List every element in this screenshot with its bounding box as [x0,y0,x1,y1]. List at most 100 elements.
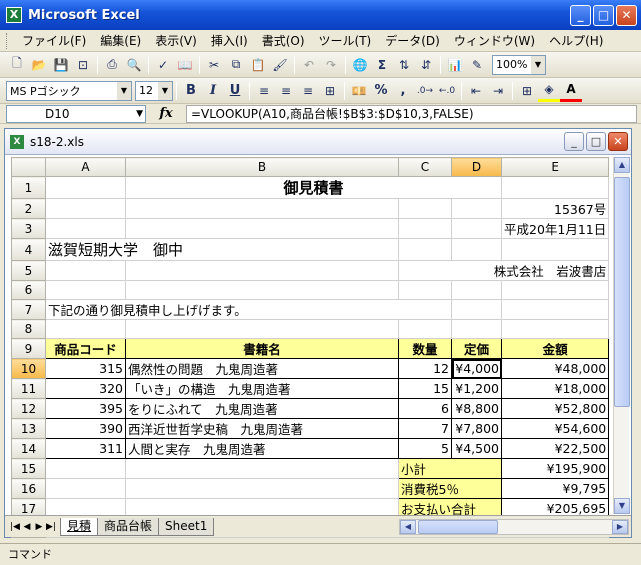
font-size-select[interactable]: 12 ▼ [135,80,173,101]
cell[interactable] [451,218,502,239]
minimize-button[interactable]: _ [570,5,591,26]
font-color-icon[interactable]: A [560,80,582,102]
save-icon[interactable]: 💾 [50,54,72,76]
increase-decimal-icon[interactable]: .0→ [414,80,436,102]
cell[interactable] [451,238,502,261]
column-header-c[interactable]: C [398,157,452,177]
cell[interactable] [500,319,610,339]
tab-sheet1[interactable]: Sheet1 [158,517,215,536]
chevron-down-icon[interactable]: ▼ [117,81,131,100]
menu-insert[interactable]: 挿入(I) [204,32,255,49]
greeting-cell[interactable]: 下記の通り御見積申し上げげます。 [45,299,452,320]
maximize-button[interactable]: □ [593,5,614,26]
align-left-icon[interactable]: ≡ [253,80,275,102]
cell[interactable] [45,458,126,479]
row-header[interactable]: 3 [11,218,46,239]
insert-function-icon[interactable]: fx [146,106,186,121]
item-amount-cell[interactable]: ¥22,500 [500,438,610,459]
prev-sheet-icon[interactable]: ◀ [21,522,33,532]
paste-icon[interactable]: 📋 [247,54,269,76]
menu-file[interactable]: ファイル(F) [15,32,93,49]
horizontal-scroll-thumb[interactable] [418,520,498,534]
item-qty-cell[interactable]: 5 [398,438,452,459]
autosum-icon[interactable]: Σ [371,54,393,76]
select-all-corner[interactable] [11,157,46,177]
row-header[interactable]: 12 [11,398,46,419]
cell[interactable] [125,198,399,219]
italic-button[interactable]: I [202,80,224,102]
cell[interactable] [500,176,610,199]
cell[interactable] [125,260,399,281]
currency-icon[interactable]: 💴 [348,80,370,102]
item-amount-cell[interactable]: ¥48,000 [500,358,610,379]
name-box[interactable]: D10 ▼ [6,104,146,123]
item-qty-cell[interactable]: 12 [398,358,452,379]
row-header[interactable]: 7 [11,299,46,320]
estimate-number-cell[interactable]: 15367号 [500,198,610,219]
copy-icon[interactable]: ⧉ [225,54,247,76]
row-header[interactable]: 6 [11,280,46,300]
item-name-cell[interactable]: をりにふれて 九鬼周造著 [125,398,399,419]
workbook-restore-button[interactable]: □ [586,132,606,151]
next-sheet-icon[interactable]: ▶ [33,522,45,532]
permission-icon[interactable]: ⊡ [72,54,94,76]
menu-view[interactable]: 表示(V) [148,32,204,49]
cell[interactable] [398,218,452,239]
header-title-cell[interactable]: 書籍名 [125,338,399,359]
cell[interactable] [125,280,399,300]
item-name-cell[interactable]: 西洋近世哲学史稿 九鬼周造著 [125,418,399,439]
item-name-cell[interactable]: 人間と実存 九鬼周造著 [125,438,399,459]
header-amount-cell[interactable]: 金額 [500,338,610,359]
row-header[interactable]: 11 [11,378,46,399]
item-code-cell[interactable]: 320 [45,378,126,399]
new-file-icon[interactable]: 🗋 [6,54,28,76]
comma-button[interactable]: , [392,80,414,102]
document-title-cell[interactable]: 御見積書 [125,176,502,199]
item-amount-cell[interactable]: ¥18,000 [500,378,610,399]
item-qty-cell[interactable]: 6 [398,398,452,419]
open-folder-icon[interactable]: 📂 [28,54,50,76]
bold-button[interactable]: B [180,80,202,102]
redo-icon[interactable]: ↷ [320,54,342,76]
first-sheet-icon[interactable]: |◀ [9,522,21,532]
item-code-cell[interactable]: 311 [45,438,126,459]
hyperlink-icon[interactable]: 🌐 [349,54,371,76]
cell[interactable] [125,218,399,239]
column-header-e[interactable]: E [500,157,610,177]
item-price-cell-selected[interactable]: ¥4,000 [451,358,502,379]
cell[interactable] [398,280,452,300]
item-price-cell[interactable]: ¥7,800 [451,418,502,439]
item-qty-cell[interactable]: 7 [398,418,452,439]
chart-wizard-icon[interactable]: 📊 [444,54,466,76]
decrease-decimal-icon[interactable]: ←.0 [436,80,458,102]
cell[interactable] [125,478,399,499]
header-qty-cell[interactable]: 数量 [398,338,452,359]
scroll-up-icon[interactable]: ▲ [614,157,630,173]
research-icon[interactable]: 📖 [174,54,196,76]
row-header[interactable]: 4 [11,238,46,261]
chevron-down-icon[interactable]: ▼ [136,106,143,122]
formula-input[interactable]: =VLOOKUP(A10,商品台帳!$B$3:$D$10,3,FALSE) [186,104,637,123]
sort-ascending-icon[interactable]: ⇅ [393,54,415,76]
merge-center-icon[interactable]: ⊞ [319,80,341,102]
item-amount-cell[interactable]: ¥54,600 [500,418,610,439]
scroll-left-icon[interactable]: ◀ [400,520,416,534]
subtotal-label-cell[interactable]: 小計 [398,458,502,479]
item-name-cell[interactable]: 「いき」の構造 九鬼周造著 [125,378,399,399]
row-header[interactable]: 13 [11,418,46,439]
cut-icon[interactable]: ✂ [203,54,225,76]
header-price-cell[interactable]: 定価 [451,338,502,359]
zoom-select[interactable]: 100% ▼ [492,54,546,75]
menu-edit[interactable]: 編集(E) [93,32,148,49]
column-header-b[interactable]: B [125,157,399,177]
item-price-cell[interactable]: ¥4,500 [451,438,502,459]
vertical-scroll-thumb[interactable] [614,177,630,407]
item-price-cell[interactable]: ¥1,200 [451,378,502,399]
column-header-d[interactable]: D [451,157,502,177]
chevron-down-icon[interactable]: ▼ [531,55,545,74]
menu-grip[interactable] [6,32,9,49]
tab-estimate[interactable]: 見積 [60,517,99,536]
row-header[interactable]: 10 [11,358,46,379]
undo-icon[interactable]: ↶ [298,54,320,76]
cell[interactable] [45,280,126,300]
